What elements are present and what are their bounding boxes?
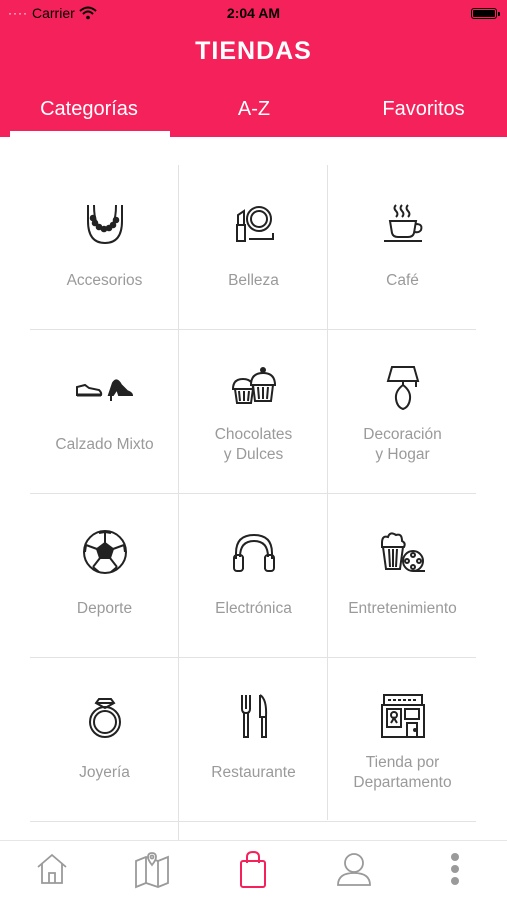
category-label: Electrónica: [215, 600, 292, 617]
tab-stores[interactable]: [233, 849, 273, 889]
category-label: Joyería: [79, 764, 130, 781]
category-label: y Hogar: [375, 446, 430, 463]
profile-icon: [337, 853, 371, 886]
coffee-cup-icon: [378, 199, 428, 249]
category-joyeria[interactable]: Joyería: [30, 657, 179, 821]
category-label: Café: [386, 272, 419, 289]
category-cafe[interactable]: Café: [328, 165, 477, 329]
category-label: Calzado Mixto: [55, 436, 154, 453]
category-calzado-mixto[interactable]: Calzado Mixto: [30, 329, 179, 493]
category-decoracion-hogar[interactable]: Decoración y Hogar: [328, 329, 477, 493]
shopping-bag-icon: [240, 850, 266, 888]
category-label: Accesorios: [66, 272, 143, 289]
lamp-icon: [378, 363, 428, 413]
bottom-tab-bar: [0, 840, 507, 900]
battery-icon: [471, 8, 500, 19]
category-label: y Dulces: [223, 446, 284, 463]
home-icon: [37, 853, 67, 884]
tab-a-z[interactable]: A-Z: [180, 92, 328, 137]
category-restaurante[interactable]: Restaurante: [179, 657, 328, 821]
category-label: Chocolates: [214, 426, 293, 443]
shoes-icon: [75, 363, 135, 413]
category-chocolates-dulces[interactable]: Chocolates y Dulces: [179, 329, 328, 493]
tab-more[interactable]: [435, 849, 475, 889]
tab-profile[interactable]: [334, 849, 374, 889]
lipstick-mirror-icon: [229, 199, 279, 249]
ring-icon: [80, 691, 130, 741]
category-tienda-departamento[interactable]: Tienda por Departamento: [328, 657, 477, 821]
popcorn-film-icon: [378, 527, 428, 577]
status-time: 2:04 AM: [226, 5, 281, 21]
more-icon: [451, 853, 459, 885]
category-label: Entretenimiento: [348, 600, 457, 617]
category-label: Tienda por: [365, 754, 440, 771]
tab-home[interactable]: [32, 849, 72, 889]
category-label: Decoración: [363, 426, 442, 443]
status-bar: ···· Carrier 2:04 AM: [0, 0, 507, 26]
necklace-icon: [80, 199, 130, 249]
tab-favoritos[interactable]: Favoritos: [340, 92, 507, 137]
tab-map[interactable]: [132, 849, 172, 889]
fork-knife-icon: [229, 691, 279, 741]
headphones-icon: [229, 527, 279, 577]
tab-selected-indicator: [10, 131, 170, 137]
header: ···· Carrier 2:04 AM TIENDAS Categorías …: [0, 0, 507, 137]
category-belleza[interactable]: Belleza: [179, 165, 328, 329]
category-label: Belleza: [228, 272, 279, 289]
category-deporte[interactable]: Deporte: [30, 493, 179, 657]
category-label: Deporte: [76, 600, 133, 617]
category-grid: Accesorios Belleza Café Calzado Mixto Ch…: [30, 165, 476, 840]
map-icon: [135, 852, 169, 889]
category-electronica[interactable]: Electrónica: [179, 493, 328, 657]
department-store-icon: [378, 691, 428, 741]
page-title: TIENDAS: [195, 37, 312, 65]
category-label: Departamento: [353, 774, 452, 791]
category-accesorios[interactable]: Accesorios: [30, 165, 179, 329]
cupcakes-icon: [229, 363, 279, 413]
category-entretenimiento[interactable]: Entretenimiento: [328, 493, 477, 657]
soccer-ball-icon: [80, 527, 130, 577]
grid-divider: [30, 821, 476, 822]
category-label: Restaurante: [211, 764, 296, 781]
